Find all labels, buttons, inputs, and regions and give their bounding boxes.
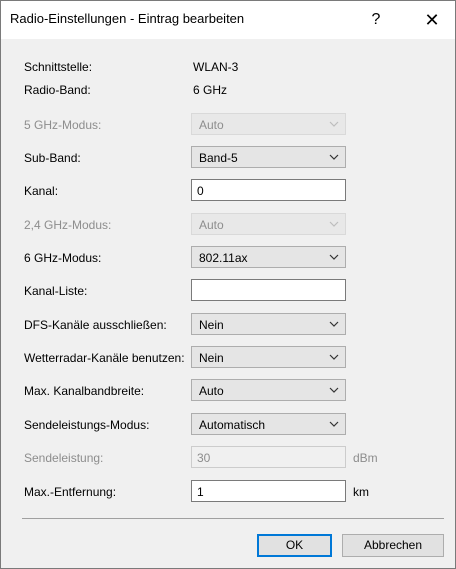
chevron-down-icon: [329, 321, 339, 327]
row-sub-band: Sub-Band: Band-5: [1, 146, 455, 170]
wetterradar-label: Wetterradar-Kanäle benutzen:: [24, 351, 185, 365]
kanal-input[interactable]: 0: [191, 179, 346, 201]
title-bar: Radio-Einstellungen - Eintrag bearbeiten…: [1, 1, 455, 39]
row-sendeleistung: Sendeleistung: 30 dBm: [1, 446, 455, 470]
schnittstelle-value: WLAN-3: [193, 60, 239, 74]
wetterradar-select[interactable]: Nein: [191, 346, 346, 368]
sendeleistung-input: 30: [191, 446, 346, 468]
row-5ghz-modus: 5 GHz-Modus: Auto: [1, 113, 455, 137]
dfs-label: DFS-Kanäle ausschließen:: [24, 318, 167, 332]
24ghz-modus-value: Auto: [199, 218, 224, 232]
sub-band-select[interactable]: Band-5: [191, 146, 346, 168]
help-button[interactable]: ?: [353, 1, 399, 39]
sendeleistung-unit: dBm: [353, 451, 378, 465]
max-entfernung-value: 1: [197, 485, 204, 499]
row-max-bandbreite: Max. Kanalbandbreite: Auto: [1, 379, 455, 403]
5ghz-modus-label: 5 GHz-Modus:: [24, 118, 102, 132]
row-radio-band: Radio-Band: 6 GHz: [1, 78, 455, 102]
24ghz-modus-label: 2,4 GHz-Modus:: [24, 218, 112, 232]
max-bandbreite-value: Auto: [199, 384, 224, 398]
close-button[interactable]: ✕: [409, 1, 455, 39]
row-dfs: DFS-Kanäle ausschließen: Nein: [1, 313, 455, 337]
dfs-value: Nein: [199, 318, 224, 332]
row-6ghz-modus: 6 GHz-Modus: 802.11ax: [1, 246, 455, 270]
row-max-entfernung: Max.-Entfernung: 1 km: [1, 480, 455, 504]
kanal-label: Kanal:: [24, 184, 59, 198]
row-kanal: Kanal: 0: [1, 179, 455, 203]
max-entfernung-input[interactable]: 1: [191, 480, 346, 502]
cancel-button[interactable]: Abbrechen: [342, 534, 444, 557]
row-wetterradar: Wetterradar-Kanäle benutzen: Nein: [1, 346, 455, 370]
sub-band-label: Sub-Band:: [24, 151, 81, 165]
5ghz-modus-select: Auto: [191, 113, 346, 135]
24ghz-modus-select: Auto: [191, 213, 346, 235]
row-24ghz-modus: 2,4 GHz-Modus: Auto: [1, 213, 455, 237]
chevron-down-icon: [329, 121, 339, 127]
max-bandbreite-select[interactable]: Auto: [191, 379, 346, 401]
chevron-down-icon: [329, 221, 339, 227]
chevron-down-icon: [329, 254, 339, 260]
kanal-value: 0: [197, 184, 204, 198]
chevron-down-icon: [329, 387, 339, 393]
dialog-body: Schnittstelle: WLAN-3 Radio-Band: 6 GHz …: [1, 39, 455, 568]
sub-band-value: Band-5: [199, 151, 238, 165]
radio-band-label: Radio-Band:: [24, 83, 91, 97]
row-sendeleistungs-modus: Sendeleistungs-Modus: Automatisch: [1, 413, 455, 437]
ok-button[interactable]: OK: [257, 534, 332, 557]
sendeleistungs-modus-select[interactable]: Automatisch: [191, 413, 346, 435]
sendeleistungs-modus-label: Sendeleistungs-Modus:: [24, 418, 150, 432]
max-entfernung-unit: km: [353, 485, 369, 499]
6ghz-modus-select[interactable]: 802.11ax: [191, 246, 346, 268]
6ghz-modus-value: 802.11ax: [199, 251, 248, 265]
separator: [22, 518, 444, 519]
5ghz-modus-value: Auto: [199, 118, 224, 132]
kanal-liste-input[interactable]: [191, 279, 346, 301]
max-bandbreite-label: Max. Kanalbandbreite:: [24, 384, 145, 398]
chevron-down-icon: [329, 354, 339, 360]
dfs-select[interactable]: Nein: [191, 313, 346, 335]
sendeleistung-value: 30: [197, 451, 211, 465]
radio-band-value: 6 GHz: [193, 83, 228, 97]
max-entfernung-label: Max.-Entfernung:: [24, 485, 117, 499]
sendeleistung-label: Sendeleistung:: [24, 451, 104, 465]
row-kanal-liste: Kanal-Liste:: [1, 279, 455, 303]
sendeleistungs-modus-value: Automatisch: [199, 418, 266, 432]
row-schnittstelle: Schnittstelle: WLAN-3: [1, 55, 455, 79]
6ghz-modus-label: 6 GHz-Modus:: [24, 251, 102, 265]
chevron-down-icon: [329, 154, 339, 160]
chevron-down-icon: [329, 421, 339, 427]
wetterradar-value: Nein: [199, 351, 224, 365]
schnittstelle-label: Schnittstelle:: [24, 60, 93, 74]
dialog-window: Radio-Einstellungen - Eintrag bearbeiten…: [0, 0, 456, 569]
kanal-liste-label: Kanal-Liste:: [24, 284, 88, 298]
window-title: Radio-Einstellungen - Eintrag bearbeiten: [10, 11, 245, 26]
